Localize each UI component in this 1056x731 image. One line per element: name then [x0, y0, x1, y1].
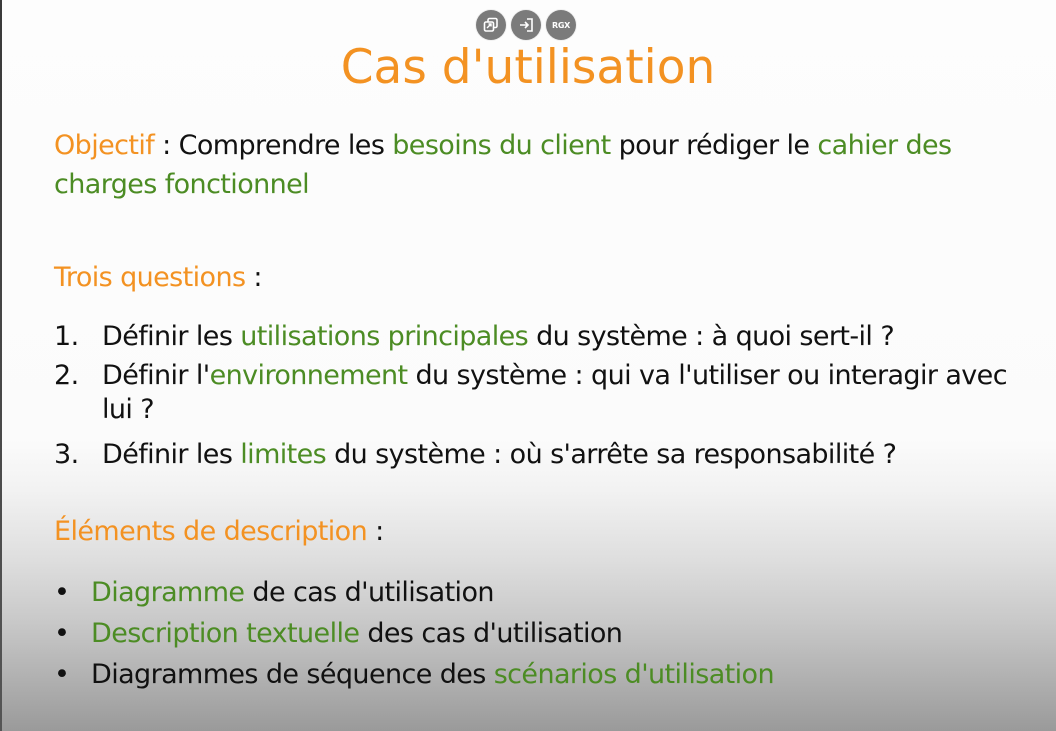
objective-text-1: : Comprendre les — [154, 130, 393, 161]
item-keyword: utilisations principales — [240, 321, 529, 352]
item-keyword: environnement — [209, 360, 408, 391]
item-number: 1. — [54, 321, 79, 352]
item-text-before: Définir l' — [102, 360, 210, 391]
item-number: 2. — [54, 360, 79, 391]
item-text-after: des cas d'utilisation — [359, 618, 623, 649]
elements-list: • Diagramme de cas d'utilisation • Descrip… — [54, 572, 1014, 695]
list-item: • Diagrammes de séquence des scénarios d'… — [54, 654, 1014, 695]
item-keyword: Diagramme — [91, 577, 245, 608]
list-item: 2. Définir l'environnement du système : q… — [54, 359, 1014, 436]
list-item: • Diagramme de cas d'utilisation — [54, 572, 1014, 613]
exit-icon — [518, 17, 534, 33]
item-text-after: du système : où s'arrête sa responsabili… — [326, 439, 897, 470]
overlay-toolbar: RGX — [476, 10, 576, 40]
list-item: • Description textuelle des cas d'utilisa… — [54, 613, 1014, 654]
elements-heading-label: Éléments de description — [54, 516, 368, 547]
item-text-before: Définir les — [102, 439, 241, 470]
exit-button[interactable] — [511, 10, 541, 40]
item-text-after: du système : à quoi sert-il ? — [528, 321, 895, 352]
item-text-before: Diagrammes de séquence des — [91, 659, 494, 690]
item-keyword: Description textuelle — [91, 618, 360, 649]
questions-list: 1. Définir les utilisations principales d… — [54, 318, 1014, 474]
list-item: 3. Définir les limites du système : où s'… — [54, 436, 1014, 474]
rgx-icon: RGX — [552, 20, 570, 30]
objective-needs: besoins du client — [392, 130, 611, 161]
copy-icon — [483, 17, 499, 33]
bullet-icon: • — [54, 659, 70, 690]
objective-paragraph: Objectif : Comprendre les besoins du cli… — [54, 126, 994, 204]
rgx-button[interactable]: RGX — [546, 10, 576, 40]
copy-button[interactable] — [476, 10, 506, 40]
elements-heading: Éléments de description : — [54, 512, 384, 552]
item-text-before: Définir les — [102, 321, 241, 352]
item-number: 3. — [54, 439, 79, 470]
questions-heading-colon: : — [245, 262, 262, 293]
list-item: 1. Définir les utilisations principales d… — [54, 318, 1014, 359]
elements-heading-colon: : — [367, 516, 384, 547]
slide: RGX Cas d'utilisation Objectif : Compren… — [0, 0, 1056, 731]
item-keyword: scénarios d'utilisation — [493, 659, 775, 690]
objective-text-2: pour rédiger le — [610, 130, 818, 161]
bullet-icon: • — [54, 577, 70, 608]
questions-heading-label: Trois questions — [54, 262, 246, 293]
item-text-after: de cas d'utilisation — [244, 577, 494, 608]
bullet-icon: • — [54, 618, 70, 649]
item-keyword: limites — [240, 439, 327, 470]
questions-heading: Trois questions : — [54, 258, 263, 298]
objective-label: Objectif — [54, 130, 155, 161]
window-edge — [0, 0, 2, 731]
slide-title: Cas d'utilisation — [340, 40, 716, 95]
